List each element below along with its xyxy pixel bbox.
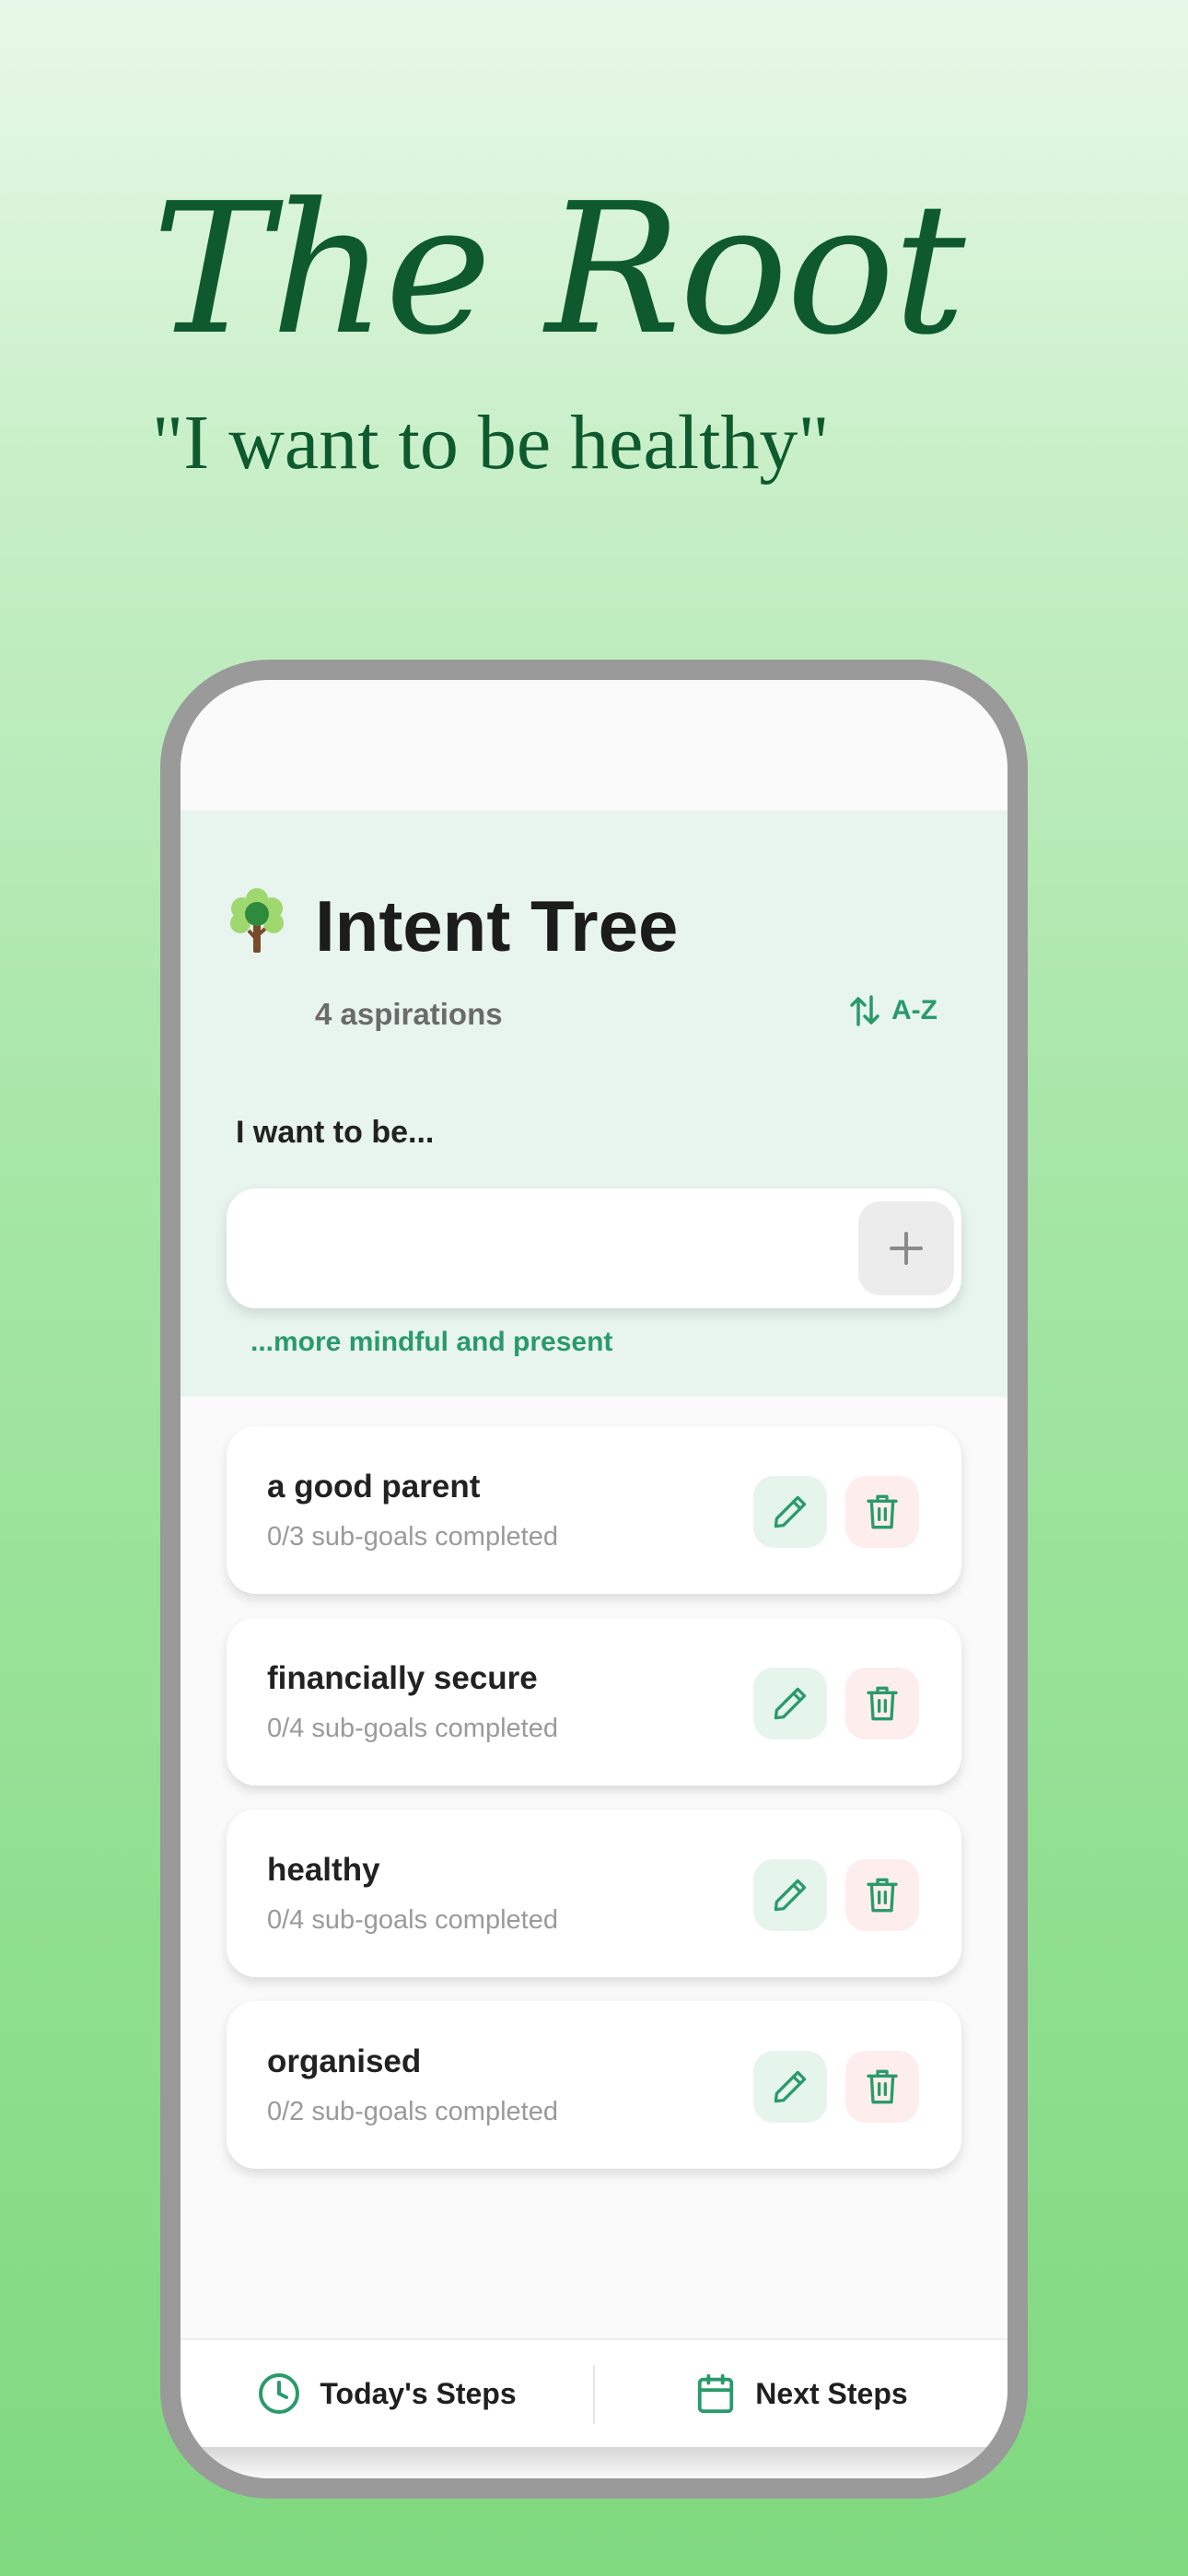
aspiration-progress: 0/4 sub-goals completed [267, 1714, 558, 1743]
add-button[interactable] [858, 1201, 954, 1295]
aspiration-count: 4 aspirations [315, 997, 503, 1031]
trash-icon [867, 1494, 898, 1529]
tree-icon [230, 888, 284, 953]
trash-icon [867, 2069, 898, 2104]
plus-icon [890, 1232, 923, 1265]
trash-icon [867, 1686, 898, 1721]
delete-button[interactable] [845, 1668, 919, 1739]
delete-button[interactable] [845, 1476, 919, 1548]
app-screen: Intent Tree 4 aspirations A-Z I want to … [181, 680, 1007, 2478]
aspiration-progress: 0/2 sub-goals completed [267, 2097, 558, 2126]
hero-subtitle: "I want to be healthy" [152, 400, 830, 486]
edit-button[interactable] [753, 2051, 827, 2123]
aspiration-title: a good parent [267, 1469, 481, 1505]
aspiration-card[interactable]: healthy 0/4 sub-goals completed [227, 1809, 961, 1977]
input-label: I want to be... [236, 1115, 435, 1150]
aspiration-card[interactable]: organised 0/2 sub-goals completed [227, 2001, 961, 2169]
nav-next-steps[interactable]: Next Steps [595, 2340, 1007, 2447]
bottom-nav: Today's Steps Next Steps [181, 2338, 1007, 2447]
nav-todays-steps-label: Today's Steps [320, 2376, 517, 2410]
hero-title: The Root [152, 165, 966, 375]
phone-frame: Intent Tree 4 aspirations A-Z I want to … [160, 660, 1028, 2499]
aspiration-title: financially secure [267, 1660, 538, 1696]
sort-label: A-Z [891, 995, 938, 1025]
sort-button[interactable]: A-Z [849, 993, 938, 1028]
delete-button[interactable] [845, 2051, 919, 2123]
aspiration-progress: 0/4 sub-goals completed [267, 1905, 558, 1935]
app-title: Intent Tree [315, 885, 679, 966]
aspiration-title: healthy [267, 1852, 380, 1888]
trash-icon [867, 1878, 898, 1913]
aspiration-card[interactable]: a good parent 0/3 sub-goals completed [227, 1426, 961, 1594]
edit-button[interactable] [753, 1859, 827, 1931]
pencil-icon [774, 1879, 807, 1912]
edit-button[interactable] [753, 1476, 827, 1548]
pencil-icon [774, 1495, 807, 1528]
aspiration-title: organised [267, 2043, 422, 2079]
delete-button[interactable] [845, 1859, 919, 1931]
home-indicator-area [181, 2447, 1007, 2478]
aspiration-progress: 0/3 sub-goals completed [267, 1522, 558, 1551]
nav-next-steps-label: Next Steps [755, 2376, 908, 2410]
app-header: Intent Tree 4 aspirations A-Z I want to … [181, 811, 1007, 1397]
sort-arrows-icon [850, 995, 879, 1026]
nav-todays-steps[interactable]: Today's Steps [181, 2340, 593, 2447]
suggestion-link[interactable]: ...more mindful and present [250, 1327, 612, 1358]
aspiration-input[interactable] [254, 1188, 825, 1308]
aspiration-card[interactable]: financially secure 0/4 sub-goals complet… [227, 1618, 961, 1786]
edit-button[interactable] [753, 1668, 827, 1739]
aspiration-input-box [227, 1188, 961, 1308]
calendar-icon [698, 2373, 734, 2414]
clock-icon [259, 2373, 300, 2414]
pencil-icon [774, 2070, 807, 2103]
pencil-icon [774, 1687, 807, 1720]
